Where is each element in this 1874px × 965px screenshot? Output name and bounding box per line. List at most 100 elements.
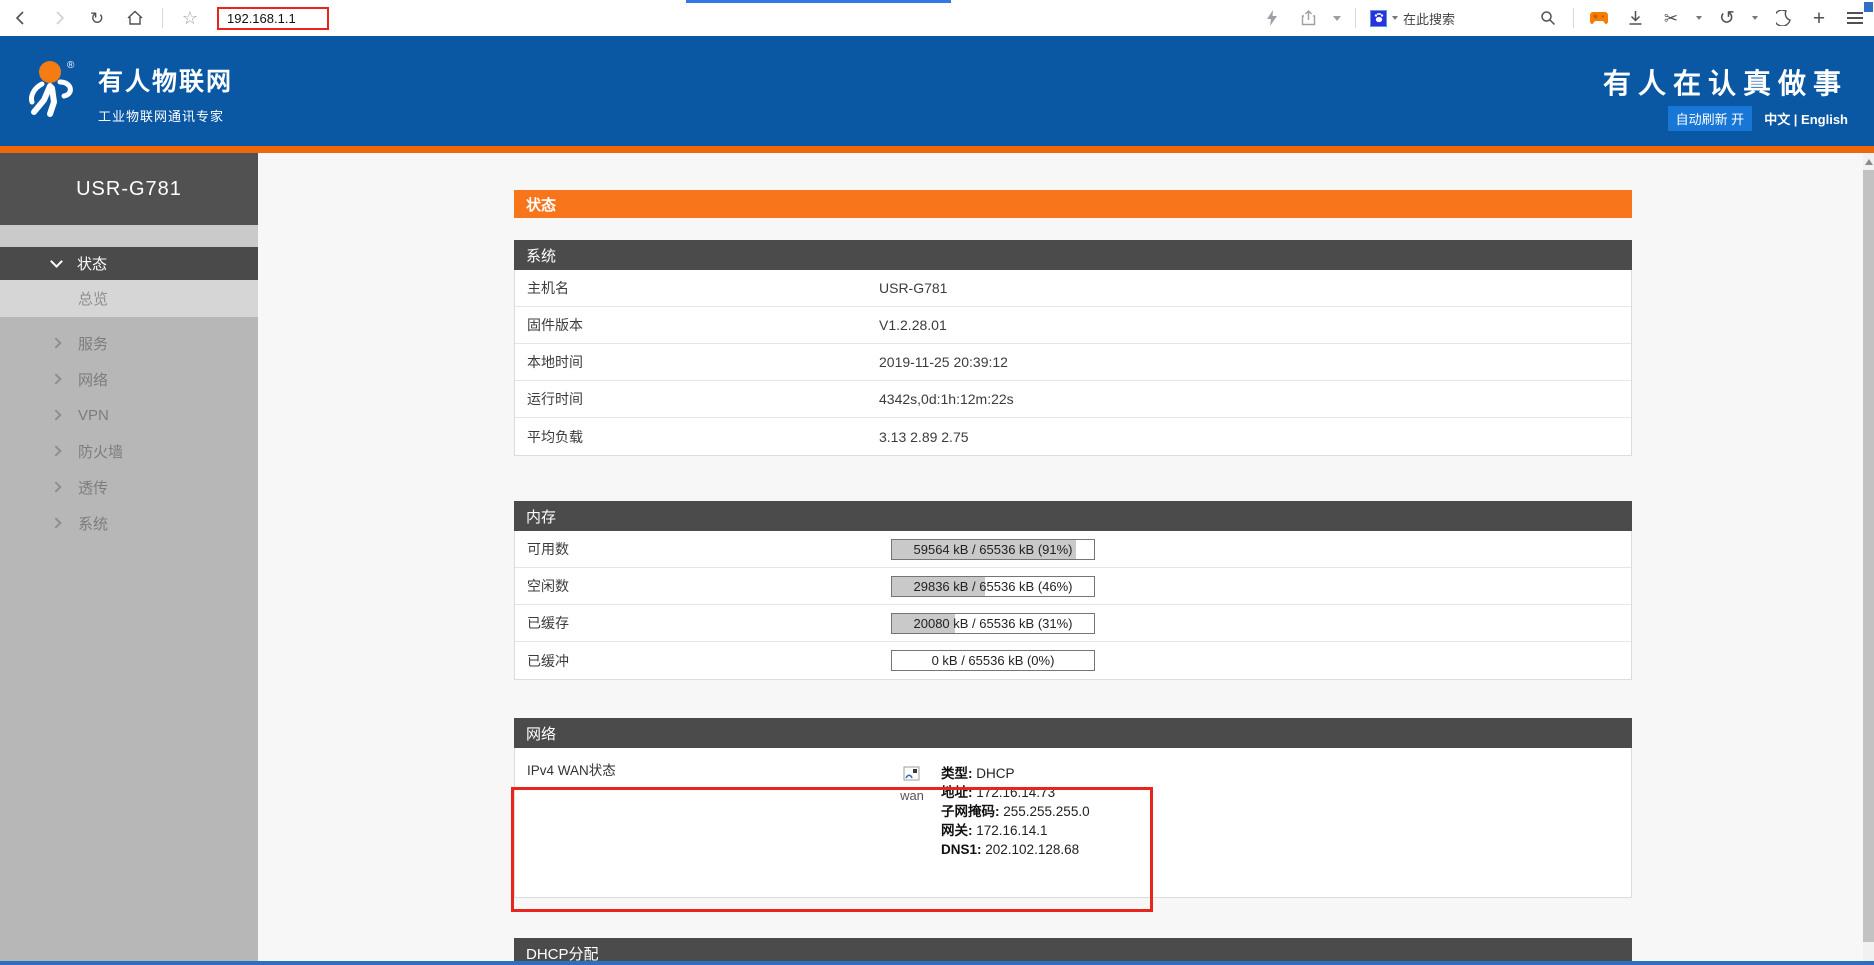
refresh-icon[interactable]: ↻ — [86, 7, 108, 29]
network-section-header: 网络 — [514, 718, 1632, 748]
row-label: 运行时间 — [515, 389, 879, 409]
table-row: 本地时间 2019-11-25 20:39:12 — [515, 344, 1631, 381]
search-engine-caret-icon[interactable] — [1392, 16, 1398, 20]
sidebar-item-label: 服务 — [78, 333, 108, 354]
system-section: 系统 主机名 USR-G781 固件版本 V1.2.28.01 本地时间 201… — [514, 240, 1632, 456]
sidebar-item-network[interactable]: 网络 — [0, 361, 258, 397]
table-row: 可用数 59564 kB / 65536 kB (91%) — [515, 531, 1631, 568]
memory-progress-text: 0 kB / 65536 kB (0%) — [892, 651, 1094, 670]
logo-subtitle: 工业物联网通讯专家 — [98, 106, 233, 125]
sidebar-group-status[interactable]: 状态 — [0, 247, 258, 280]
bottom-blue-line — [0, 961, 1874, 965]
device-name: USR-G781 — [0, 153, 258, 225]
page-title: 状态 — [514, 190, 1632, 218]
chevron-down-icon[interactable] — [1333, 16, 1341, 21]
brand-header: ® 有人物联网 工业物联网通讯专家 有人在认真做事 自动刷新 开 中文 | En… — [0, 36, 1874, 146]
memory-progress-bar: 29836 kB / 65536 kB (46%) — [891, 576, 1095, 597]
share-icon[interactable] — [1297, 7, 1319, 29]
menu-hamburger-icon[interactable] — [1844, 7, 1866, 29]
memory-progress-bar: 0 kB / 65536 kB (0%) — [891, 650, 1095, 671]
memory-progress-text: 20080 kB / 65536 kB (31%) — [892, 614, 1094, 633]
flash-lightning-icon[interactable] — [1261, 7, 1283, 29]
vertical-scrollbar[interactable] — [1863, 153, 1874, 965]
logo-title: 有人物联网 — [98, 62, 233, 98]
address-bar[interactable]: 192.168.1.1 — [217, 7, 329, 30]
row-label: 平均负载 — [515, 427, 879, 447]
main-content: 状态 系统 主机名 USR-G781 固件版本 V1.2.28.01 本地时间 … — [258, 153, 1863, 965]
memory-progress-bar: 59564 kB / 65536 kB (91%) — [891, 539, 1095, 560]
chevron-right-icon — [50, 445, 61, 456]
url-text: 192.168.1.1 — [227, 11, 296, 26]
chevron-right-icon — [50, 373, 61, 384]
night-mode-moon-icon[interactable] — [1772, 7, 1794, 29]
table-row: 已缓存 20080 kB / 65536 kB (31%) — [515, 605, 1631, 642]
sidebar-item-label: 总览 — [78, 288, 108, 309]
chevron-right-icon — [50, 409, 61, 420]
sidebar-item-label: VPN — [78, 407, 109, 424]
sidebar-group-label: 状态 — [77, 253, 107, 274]
row-label: 已缓冲 — [515, 651, 879, 671]
row-value: 2019-11-25 20:39:12 — [879, 354, 1008, 370]
memory-section-header: 内存 — [514, 501, 1632, 531]
chevron-right-icon — [50, 517, 61, 528]
sidebar-item-firewall[interactable]: 防火墙 — [0, 433, 258, 469]
red-annotation-box — [511, 787, 1153, 912]
chevron-right-icon — [50, 481, 61, 492]
back-icon[interactable] — [10, 7, 32, 29]
row-label: 固件版本 — [515, 315, 879, 335]
sidebar-item-label: 网络 — [78, 369, 108, 390]
baidu-icon[interactable] — [1370, 10, 1387, 27]
scrollbar-up-arrow-icon[interactable] — [1865, 159, 1873, 165]
sidebar-spacer — [0, 225, 258, 247]
row-value: 3.13 2.89 2.75 — [879, 429, 969, 445]
sidebar-item-system[interactable]: 系统 — [0, 505, 258, 541]
forward-icon[interactable] — [48, 7, 70, 29]
toolbar-divider — [1355, 8, 1356, 28]
memory-progress-bar: 20080 kB / 65536 kB (31%) — [891, 613, 1095, 634]
sidebar: USR-G781 状态 总览 服务 网络 VPN 防火墙 透传 系统 — [0, 153, 258, 965]
system-section-header: 系统 — [514, 240, 1632, 270]
memory-progress-text: 29836 kB / 65536 kB (46%) — [892, 577, 1094, 596]
sidebar-item-vpn[interactable]: VPN — [0, 397, 258, 433]
detail-label: 类型: — [941, 766, 973, 781]
search-icon[interactable] — [1537, 7, 1559, 29]
row-value: USR-G781 — [879, 280, 947, 296]
network-section: 网络 IPv4 WAN状态 wan 类型: DHCP 地址: 172.16.14… — [514, 718, 1632, 898]
sidebar-item-passthrough[interactable]: 透传 — [0, 469, 258, 505]
search-engine-box[interactable]: 在此搜索 — [1370, 9, 1523, 28]
header-slogan: 有人在认真做事 — [1603, 62, 1848, 102]
sidebar-item-label: 系统 — [78, 513, 108, 534]
home-icon[interactable] — [124, 7, 146, 29]
table-row: 固件版本 V1.2.28.01 — [515, 307, 1631, 344]
scissors-icon[interactable]: ✂ — [1660, 7, 1682, 29]
sidebar-item-label: 防火墙 — [78, 441, 123, 462]
sidebar-item-overview[interactable]: 总览 — [0, 280, 258, 317]
memory-progress-text: 59564 kB / 65536 kB (91%) — [892, 540, 1094, 559]
undo-caret-icon[interactable] — [1752, 16, 1758, 20]
row-label: 已缓存 — [515, 613, 879, 633]
page-loading-bar — [686, 0, 951, 3]
row-label: 本地时间 — [515, 352, 879, 372]
download-icon[interactable] — [1624, 7, 1646, 29]
toolbar-divider — [1573, 8, 1574, 28]
svg-text:®: ® — [67, 60, 75, 71]
scissors-caret-icon[interactable] — [1696, 16, 1702, 20]
toolbar-divider — [162, 8, 163, 28]
search-input[interactable]: 在此搜索 — [1403, 9, 1523, 28]
detail-value: DHCP — [973, 766, 1015, 781]
row-value: 4342s,0d:1h:12m:22s — [879, 391, 1014, 407]
language-switcher[interactable]: 中文 | English — [1764, 109, 1848, 128]
wan-status-label: IPv4 WAN状态 — [527, 759, 616, 779]
sidebar-item-label: 透传 — [78, 477, 108, 498]
scrollbar-thumb[interactable] — [1863, 170, 1874, 942]
auto-refresh-toggle[interactable]: 自动刷新 开 — [1668, 106, 1753, 131]
table-row: 运行时间 4342s,0d:1h:12m:22s — [515, 381, 1631, 418]
new-tab-plus-icon[interactable]: + — [1808, 7, 1830, 29]
chevron-right-icon — [50, 337, 61, 348]
favorite-star-icon[interactable]: ☆ — [179, 7, 201, 29]
gamepad-icon[interactable] — [1588, 7, 1610, 29]
undo-icon[interactable]: ↺ — [1716, 7, 1738, 29]
notification-badge — [1864, 2, 1873, 12]
sidebar-item-services[interactable]: 服务 — [0, 325, 258, 361]
memory-section: 内存 可用数 59564 kB / 65536 kB (91%) 空闲数 298… — [514, 501, 1632, 680]
